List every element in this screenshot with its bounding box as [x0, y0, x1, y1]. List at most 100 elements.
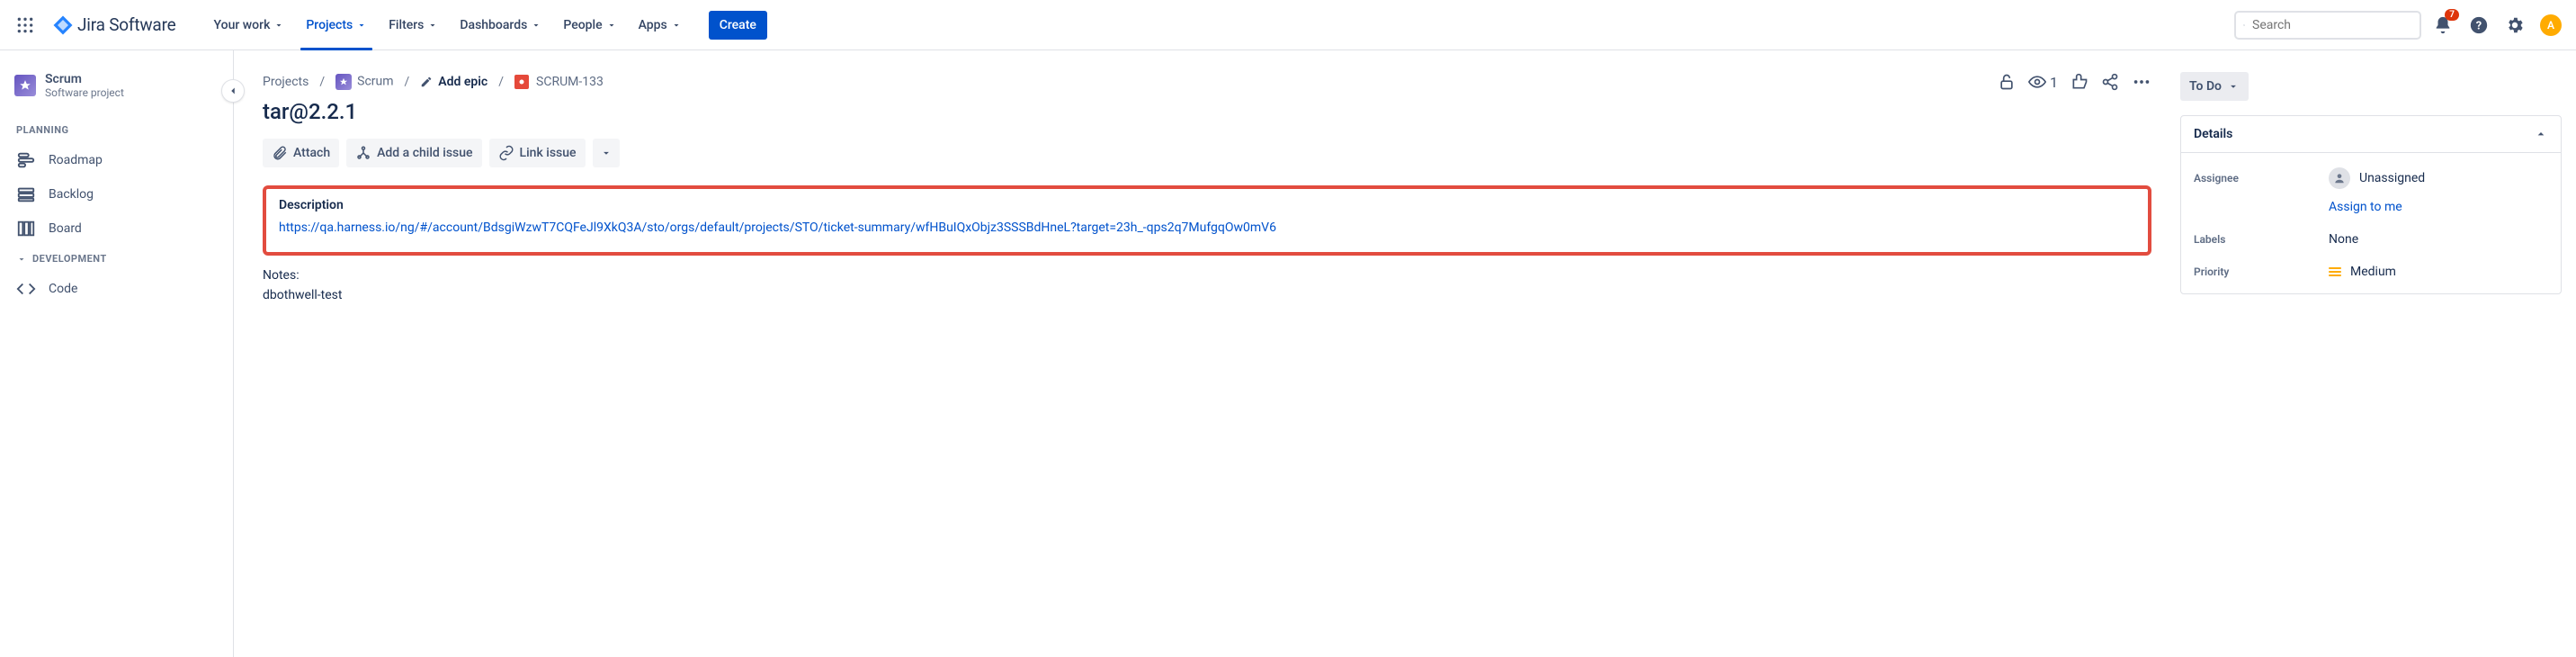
- nav-dashboards[interactable]: Dashboards: [449, 0, 552, 50]
- breadcrumb-projects[interactable]: Projects: [263, 75, 309, 89]
- nav-filters[interactable]: Filters: [378, 0, 449, 50]
- profile-avatar[interactable]: A: [2536, 11, 2565, 40]
- backlog-icon: [16, 184, 36, 204]
- nav-apps[interactable]: Apps: [628, 0, 693, 50]
- unassigned-avatar-icon: [2329, 167, 2350, 189]
- tree-icon: [355, 145, 371, 161]
- code-icon: [16, 279, 36, 299]
- link-icon: [498, 145, 514, 161]
- sidebar-collapse-button[interactable]: [221, 79, 245, 103]
- notifications-icon[interactable]: 7: [2428, 11, 2457, 40]
- description-link[interactable]: https://qa.harness.io/ng/#/account/Bdsgi…: [279, 218, 2135, 239]
- header-actions: 1: [1998, 72, 2151, 92]
- pencil-icon: [420, 76, 433, 88]
- notes-body: dbothwell-test: [263, 288, 2151, 302]
- search-icon: [2243, 18, 2245, 32]
- chevron-up-icon: [2534, 127, 2548, 141]
- sidebar-item-label: Code: [49, 282, 77, 296]
- chevron-down-icon: [531, 20, 541, 31]
- chevron-down-icon: [2227, 80, 2240, 93]
- add-child-button[interactable]: Add a child issue: [346, 139, 481, 167]
- topbar-left: Jira Software Your work Projects Filters…: [11, 0, 767, 50]
- field-label: Labels: [2194, 233, 2329, 246]
- field-priority[interactable]: Priority Medium: [2181, 256, 2561, 288]
- issue-title[interactable]: tar@2.2.1: [263, 99, 2151, 124]
- sidebar-item-roadmap[interactable]: Roadmap: [7, 143, 226, 177]
- more-actions-button[interactable]: [593, 139, 620, 167]
- topbar-right: 7 ? A: [2234, 11, 2565, 40]
- breadcrumb-add-epic[interactable]: Add epic: [420, 75, 487, 89]
- status-dropdown[interactable]: To Do: [2180, 72, 2249, 101]
- watchers-count: 1: [2050, 74, 2058, 91]
- more-icon[interactable]: [2132, 72, 2151, 92]
- breadcrumb-project[interactable]: Scrum: [335, 74, 393, 90]
- section-development[interactable]: DEVELOPMENT: [7, 246, 226, 272]
- attachment-icon: [272, 145, 288, 161]
- avatar-initial: A: [2540, 14, 2562, 36]
- chevron-down-icon: [600, 147, 613, 159]
- breadcrumb-issue-key[interactable]: SCRUM-133: [514, 75, 604, 89]
- priority-medium-icon: [2329, 267, 2341, 276]
- field-value: None: [2329, 232, 2548, 247]
- watchers-button[interactable]: 1: [2028, 73, 2058, 91]
- svg-text:?: ?: [2476, 19, 2482, 32]
- help-icon[interactable]: ?: [2464, 11, 2493, 40]
- description-highlight: Description https://qa.harness.io/ng/#/a…: [263, 185, 2151, 256]
- nav-people[interactable]: People: [552, 0, 627, 50]
- field-labels[interactable]: Labels None: [2181, 223, 2561, 256]
- nav-projects[interactable]: Projects: [295, 0, 378, 50]
- sidebar: Scrum Software project PLANNING Roadmap …: [0, 50, 234, 657]
- attach-button[interactable]: Attach: [263, 139, 339, 167]
- project-name: Scrum: [45, 72, 124, 86]
- project-icon: [335, 74, 352, 90]
- jira-logo-icon: [52, 14, 74, 36]
- section-planning: PLANNING: [7, 117, 226, 143]
- create-button[interactable]: Create: [709, 11, 767, 40]
- global-search[interactable]: [2234, 11, 2421, 40]
- sidebar-item-label: Roadmap: [49, 153, 103, 167]
- settings-icon[interactable]: [2500, 11, 2529, 40]
- chevron-down-icon: [356, 20, 367, 31]
- details-body: Assignee Unassigned Assign to me Labels …: [2181, 153, 2561, 293]
- project-header[interactable]: Scrum Software project: [7, 72, 226, 117]
- chevron-down-icon: [606, 20, 617, 31]
- sidebar-item-label: Backlog: [49, 187, 94, 202]
- primary-nav: Your work Projects Filters Dashboards Pe…: [203, 0, 693, 50]
- roadmap-icon: [16, 150, 36, 170]
- like-icon[interactable]: [2071, 73, 2089, 91]
- field-value: Medium: [2329, 265, 2548, 279]
- content: Projects / Scrum / Add epic / SCRUM-133 …: [234, 50, 2576, 657]
- details-header[interactable]: Details: [2181, 116, 2561, 153]
- description-label: Description: [279, 198, 2135, 212]
- field-assignee[interactable]: Assignee Unassigned: [2181, 158, 2561, 198]
- field-value: Unassigned: [2329, 167, 2548, 189]
- chevron-down-icon: [671, 20, 682, 31]
- share-icon[interactable]: [2101, 73, 2119, 91]
- topbar: Jira Software Your work Projects Filters…: [0, 0, 2576, 50]
- field-label: Priority: [2194, 266, 2329, 278]
- project-type: Software project: [45, 86, 124, 99]
- chevron-left-icon: [227, 85, 239, 97]
- main-column: Projects / Scrum / Add epic / SCRUM-133 …: [263, 72, 2151, 657]
- assign-to-me-link[interactable]: Assign to me: [2181, 198, 2561, 223]
- nav-your-work[interactable]: Your work: [203, 0, 296, 50]
- sidebar-item-code[interactable]: Code: [7, 272, 226, 306]
- logo-text: Jira Software: [77, 14, 176, 35]
- layout: Scrum Software project PLANNING Roadmap …: [0, 50, 2576, 657]
- header-row: Projects / Scrum / Add epic / SCRUM-133 …: [263, 72, 2151, 92]
- notification-badge: 7: [2445, 9, 2459, 21]
- chevron-down-icon: [16, 254, 27, 265]
- chevron-down-icon: [273, 20, 284, 31]
- issue-actions: Attach Add a child issue Link issue: [263, 139, 2151, 167]
- link-issue-button[interactable]: Link issue: [489, 139, 586, 167]
- sidebar-item-backlog[interactable]: Backlog: [7, 177, 226, 212]
- breadcrumb: Projects / Scrum / Add epic / SCRUM-133: [263, 74, 604, 90]
- app-switcher-icon[interactable]: [11, 11, 40, 40]
- details-panel: Details Assignee Unassigned Assign to me…: [2180, 115, 2562, 294]
- breadcrumb-sep: /: [498, 75, 504, 89]
- board-icon: [16, 219, 36, 238]
- sidebar-item-board[interactable]: Board: [7, 212, 226, 246]
- jira-logo[interactable]: Jira Software: [45, 14, 183, 36]
- lock-icon[interactable]: [1998, 73, 2016, 91]
- search-input[interactable]: [2252, 18, 2412, 32]
